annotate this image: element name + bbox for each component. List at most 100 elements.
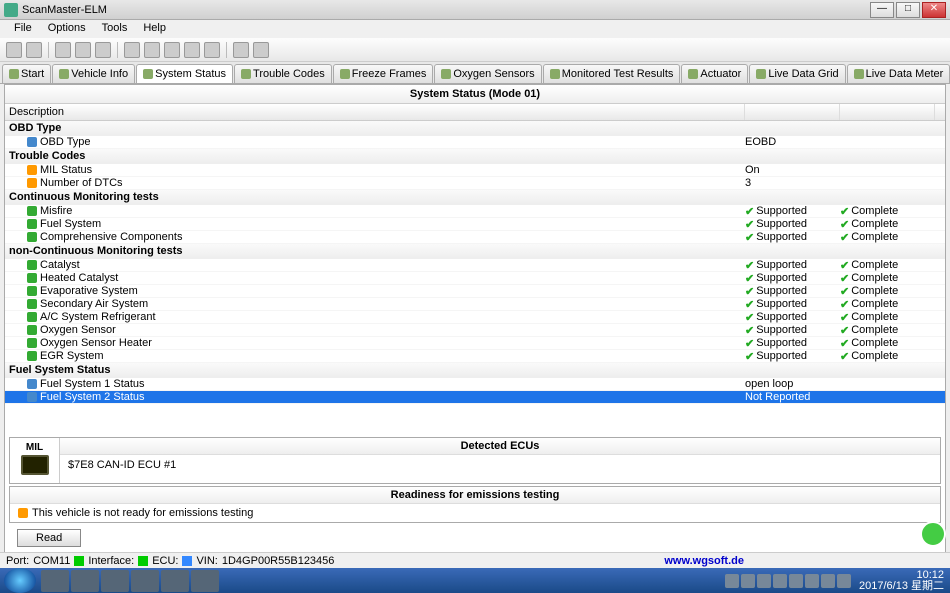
tab-actuator[interactable]: Actuator — [681, 64, 748, 83]
tray-icon[interactable] — [773, 574, 787, 588]
start-button[interactable] — [4, 568, 36, 593]
status-led-icon — [182, 556, 192, 566]
table-row[interactable]: Oxygen Sensor Heater✔Supported✔Complete — [5, 337, 945, 350]
title-bar: ScanMaster-ELM — □ ✕ — [0, 0, 950, 20]
ok-icon — [27, 232, 37, 242]
toolbar-button[interactable] — [144, 42, 160, 58]
taskbar-item[interactable] — [131, 570, 159, 592]
tab-live-data-grid[interactable]: Live Data Grid — [749, 64, 845, 83]
menu-file[interactable]: File — [6, 20, 40, 36]
table-row[interactable]: OBD TypeEOBD — [5, 136, 945, 149]
website-link[interactable]: www.wgsoft.de — [664, 555, 744, 567]
tab-live-data-meter[interactable]: Live Data Meter — [847, 64, 950, 83]
tray-icon[interactable] — [757, 574, 771, 588]
taskbar-item[interactable] — [161, 570, 189, 592]
check-icon: ✔ — [840, 231, 849, 244]
check-icon: ✔ — [745, 218, 754, 231]
check-icon: ✔ — [745, 259, 754, 272]
tray-icon[interactable] — [805, 574, 819, 588]
toolbar-button[interactable] — [184, 42, 200, 58]
toolbar-button[interactable] — [26, 42, 42, 58]
check-icon: ✔ — [840, 285, 849, 298]
table-row[interactable]: Fuel System 2 StatusNot Reported — [5, 391, 945, 404]
table-row[interactable]: A/C System Refrigerant✔Supported✔Complet… — [5, 311, 945, 324]
menu-tools[interactable]: Tools — [94, 20, 136, 36]
table-row[interactable]: Secondary Air System✔Supported✔Complete — [5, 298, 945, 311]
warning-icon — [18, 508, 28, 518]
info-icon — [27, 137, 37, 147]
table-row[interactable]: MIL StatusOn — [5, 164, 945, 177]
tab-monitored-test-results[interactable]: Monitored Test Results — [543, 64, 681, 83]
readiness-header: Readiness for emissions testing — [10, 487, 940, 504]
table-row[interactable]: Evaporative System✔Supported✔Complete — [5, 285, 945, 298]
taskbar-item[interactable] — [41, 570, 69, 592]
floating-action-button[interactable] — [920, 521, 946, 547]
ok-icon — [27, 286, 37, 296]
table-row[interactable]: Number of DTCs3 — [5, 177, 945, 190]
tray-icon[interactable] — [725, 574, 739, 588]
check-icon: ✔ — [745, 231, 754, 244]
ok-icon — [27, 351, 37, 361]
tab-freeze-frames[interactable]: Freeze Frames — [333, 64, 434, 83]
group-header: OBD Type — [5, 121, 945, 136]
info-icon — [27, 392, 37, 402]
read-button[interactable]: Read — [17, 529, 81, 547]
clock[interactable]: 10:12 2017/6/13 星期二 — [859, 570, 944, 592]
warn-icon — [27, 165, 37, 175]
table-row[interactable]: Oxygen Sensor✔Supported✔Complete — [5, 324, 945, 337]
toolbar-button[interactable] — [204, 42, 220, 58]
taskbar-item[interactable] — [101, 570, 129, 592]
tab-vehicle-info[interactable]: Vehicle Info — [52, 64, 135, 83]
menu-help[interactable]: Help — [135, 20, 174, 36]
toolbar-button[interactable] — [124, 42, 140, 58]
ok-icon — [27, 299, 37, 309]
close-button[interactable]: ✕ — [922, 2, 946, 18]
ecu-list-item[interactable]: $7E8 CAN-ID ECU #1 — [60, 455, 940, 483]
window-title: ScanMaster-ELM — [22, 4, 868, 16]
tab-oxygen-sensors[interactable]: Oxygen Sensors — [434, 64, 541, 83]
taskbar-item[interactable] — [191, 570, 219, 592]
check-icon: ✔ — [840, 324, 849, 337]
taskbar-item[interactable] — [71, 570, 99, 592]
check-icon: ✔ — [840, 337, 849, 350]
minimize-button[interactable]: — — [870, 2, 894, 18]
table-row[interactable]: Misfire✔Supported✔Complete — [5, 205, 945, 218]
tab-icon — [854, 69, 864, 79]
app-icon — [4, 3, 18, 17]
tray-icon[interactable] — [789, 574, 803, 588]
toolbar-button[interactable] — [55, 42, 71, 58]
tray-icon[interactable] — [821, 574, 835, 588]
check-icon: ✔ — [840, 311, 849, 324]
toolbar-button[interactable] — [233, 42, 249, 58]
table-row[interactable]: Comprehensive Components✔Supported✔Compl… — [5, 231, 945, 244]
menu-options[interactable]: Options — [40, 20, 94, 36]
group-header: Continuous Monitoring tests — [5, 190, 945, 205]
tab-system-status[interactable]: System Status — [136, 64, 233, 83]
tray-icon[interactable] — [741, 574, 755, 588]
toolbar-button[interactable] — [75, 42, 91, 58]
tab-icon — [241, 69, 251, 79]
table-row[interactable]: Catalyst✔Supported✔Complete — [5, 259, 945, 272]
tab-start[interactable]: Start — [2, 64, 51, 83]
toolbar-button[interactable] — [6, 42, 22, 58]
port-value: COM11 — [33, 555, 70, 567]
ok-icon — [27, 312, 37, 322]
group-header: non-Continuous Monitoring tests — [5, 244, 945, 259]
table-row[interactable]: Heated Catalyst✔Supported✔Complete — [5, 272, 945, 285]
toolbar-button[interactable] — [164, 42, 180, 58]
tray-icon[interactable] — [837, 574, 851, 588]
tab-trouble-codes[interactable]: Trouble Codes — [234, 64, 332, 83]
toolbar — [0, 38, 950, 62]
table-row[interactable]: EGR System✔Supported✔Complete — [5, 350, 945, 363]
maximize-button[interactable]: □ — [896, 2, 920, 18]
table-row[interactable]: Fuel System✔Supported✔Complete — [5, 218, 945, 231]
port-label: Port: — [6, 555, 29, 567]
check-icon: ✔ — [745, 285, 754, 298]
check-icon: ✔ — [840, 259, 849, 272]
toolbar-button[interactable] — [95, 42, 111, 58]
tab-icon — [756, 69, 766, 79]
menu-bar: FileOptionsToolsHelp — [0, 20, 950, 38]
toolbar-button[interactable] — [253, 42, 269, 58]
table-row[interactable]: Fuel System 1 Statusopen loop — [5, 378, 945, 391]
vin-value: 1D4GP00R55B123456 — [222, 555, 335, 567]
